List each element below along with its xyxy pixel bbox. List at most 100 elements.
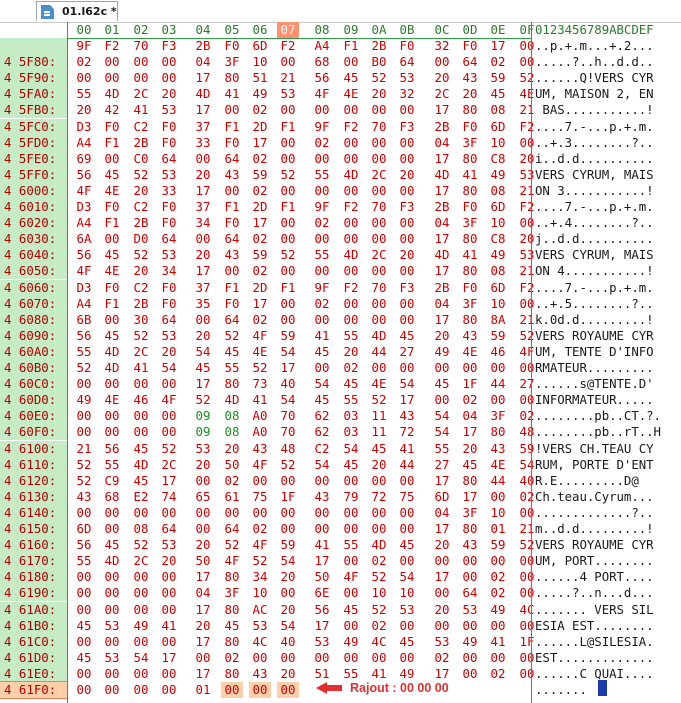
hex-byte[interactable]: 17 xyxy=(192,263,214,279)
hex-byte[interactable]: 00 xyxy=(277,682,299,698)
hex-byte[interactable]: 00 xyxy=(249,682,271,698)
hex-byte[interactable]: 80 xyxy=(459,231,481,247)
hex-byte[interactable]: 00 xyxy=(396,553,418,569)
hex-byte[interactable]: 17 xyxy=(431,231,453,247)
hex-byte[interactable]: 17 xyxy=(431,151,453,167)
hex-byte[interactable]: 9F xyxy=(73,38,95,54)
hex-byte[interactable]: 64 xyxy=(221,231,243,247)
hex-byte[interactable]: F1 xyxy=(101,296,123,312)
hex-byte[interactable]: 50 xyxy=(311,569,333,585)
hex-byte[interactable]: 2C xyxy=(130,86,152,102)
hex-byte[interactable]: 79 xyxy=(340,489,362,505)
hex-byte[interactable]: 30 xyxy=(130,312,152,328)
hex-byte[interactable]: 49 xyxy=(130,618,152,634)
hex-byte[interactable]: 00 xyxy=(73,634,95,650)
hex-byte[interactable]: 00 xyxy=(396,505,418,521)
hex-byte[interactable]: 53 xyxy=(192,441,214,457)
hex-byte[interactable]: 00 xyxy=(396,183,418,199)
hex-byte[interactable]: F3 xyxy=(396,119,418,135)
hex-row[interactable]: 4 60A0: 55 4D 2C 20 54 45 4E 54 45 20 44 27 49 4E 46 4F U… xyxy=(0,344,681,360)
hex-byte[interactable]: 54 xyxy=(277,618,299,634)
hex-byte[interactable]: 64 xyxy=(158,231,180,247)
hex-byte[interactable]: 04 xyxy=(431,135,453,151)
hex-byte[interactable]: 00 xyxy=(73,585,95,601)
hex-byte[interactable]: 00 xyxy=(431,360,453,376)
hex-byte[interactable]: 59 xyxy=(249,167,271,183)
hex-byte[interactable]: C2 xyxy=(130,280,152,296)
hex-byte[interactable]: 45 xyxy=(101,167,123,183)
hex-byte[interactable]: 00 xyxy=(101,151,123,167)
hex-byte[interactable]: 64 xyxy=(459,585,481,601)
hex-byte[interactable]: 27 xyxy=(396,344,418,360)
hex-byte[interactable]: F0 xyxy=(221,296,243,312)
hex-byte[interactable]: 00 xyxy=(73,569,95,585)
hex-byte[interactable]: 02 xyxy=(311,215,333,231)
hex-byte[interactable]: 00 xyxy=(311,312,333,328)
hex-byte[interactable]: 20 xyxy=(340,344,362,360)
hex-byte[interactable]: 21 xyxy=(277,70,299,86)
hex-row[interactable]: 4 6180: 00 00 00 00 17 80 34 20 50 4F 52 54 17 00 02 00.… xyxy=(0,569,681,585)
hex-byte[interactable]: 52 xyxy=(277,247,299,263)
hex-byte[interactable]: A4 xyxy=(73,135,95,151)
hex-row[interactable]: 4 60E0: 00 00 00 00 09 08 A0 70 62 03 11 43 54 04 3F 02.… xyxy=(0,408,681,424)
hex-byte[interactable]: 2C xyxy=(368,247,390,263)
hex-row[interactable]: 4 6190: 00 00 00 00 04 3F 10 00 6E 00 10 10 00 64 02 00.… xyxy=(0,585,681,601)
hex-byte[interactable]: 00 xyxy=(340,650,362,666)
hex-byte[interactable]: 03 xyxy=(340,424,362,440)
hex-byte[interactable]: 53 xyxy=(396,70,418,86)
hex-byte[interactable]: 49 xyxy=(73,392,95,408)
hex-byte[interactable]: 54 xyxy=(311,376,333,392)
hex-byte[interactable]: F0 xyxy=(158,199,180,215)
ascii-text[interactable]: ....... VERS SIL xyxy=(535,602,681,618)
hex-byte[interactable]: 20 xyxy=(396,167,418,183)
hex-byte[interactable]: 59 xyxy=(487,328,509,344)
hex-byte[interactable]: 17 xyxy=(487,38,509,54)
ascii-text[interactable]: k.0d.d.........! xyxy=(535,312,681,328)
hex-byte[interactable]: 00 xyxy=(340,54,362,70)
hex-row[interactable]: 4 6090: 56 45 52 53 20 52 4F 59 41 55 4D 45 20 43 59 52 V… xyxy=(0,328,681,344)
hex-byte[interactable]: 80 xyxy=(487,424,509,440)
hex-byte[interactable]: F0 xyxy=(158,280,180,296)
ascii-text[interactable]: .............?.. xyxy=(535,505,681,521)
hex-row[interactable]: 4 61D0: 45 53 54 17 00 02 00 00 00 00 00 00 02 00 00 00 E… xyxy=(0,650,681,666)
hex-byte[interactable]: AC xyxy=(249,602,271,618)
hex-byte[interactable]: 00 xyxy=(158,376,180,392)
hex-byte[interactable]: 56 xyxy=(311,602,333,618)
hex-byte[interactable]: 00 xyxy=(101,585,123,601)
hex-byte[interactable]: 49 xyxy=(340,634,362,650)
hex-byte[interactable]: 49 xyxy=(487,167,509,183)
hex-byte[interactable]: 55 xyxy=(311,167,333,183)
ascii-text[interactable]: ......Q!VERS CYR xyxy=(535,70,681,86)
hex-byte[interactable]: 43 xyxy=(221,247,243,263)
hex-byte[interactable]: 00 xyxy=(158,602,180,618)
hex-byte[interactable]: 45 xyxy=(311,344,333,360)
ascii-text[interactable]: BAS...........! xyxy=(535,102,681,118)
hex-byte[interactable]: 00 xyxy=(487,618,509,634)
hex-row[interactable]: 4 60F0: 00 00 00 00 09 08 A0 70 62 03 11 72 54 17 80 48.… xyxy=(0,424,681,440)
hex-byte[interactable]: 08 xyxy=(487,102,509,118)
hex-byte[interactable]: 54 xyxy=(396,569,418,585)
hex-byte[interactable]: 02 xyxy=(249,312,271,328)
hex-row[interactable]: 4 6000: 4F 4E 20 33 17 00 02 00 00 00 00 00 17 80 08 21 O… xyxy=(0,183,681,199)
hex-byte[interactable]: 53 xyxy=(249,618,271,634)
hex-byte[interactable]: 45 xyxy=(130,473,152,489)
hex-byte[interactable]: 45 xyxy=(221,344,243,360)
hex-byte[interactable]: 00 xyxy=(277,505,299,521)
hex-byte[interactable]: 56 xyxy=(101,441,123,457)
hex-byte[interactable]: D0 xyxy=(130,231,152,247)
hex-byte[interactable]: 17 xyxy=(249,215,271,231)
hex-byte[interactable]: 56 xyxy=(311,70,333,86)
hex-byte[interactable]: 17 xyxy=(431,183,453,199)
hex-byte[interactable]: 45 xyxy=(396,328,418,344)
hex-byte[interactable]: 52 xyxy=(277,457,299,473)
hex-byte[interactable]: 00 xyxy=(340,618,362,634)
hex-byte[interactable]: 17 xyxy=(431,312,453,328)
hex-byte[interactable]: 04 xyxy=(431,505,453,521)
hex-byte[interactable]: 02 xyxy=(311,135,333,151)
hex-byte[interactable]: 02 xyxy=(340,360,362,376)
hex-byte[interactable]: 45 xyxy=(130,441,152,457)
hex-byte[interactable]: 00 xyxy=(101,602,123,618)
hex-byte[interactable]: 09 xyxy=(192,424,214,440)
hex-byte[interactable]: 44 xyxy=(487,473,509,489)
hex-byte[interactable]: 53 xyxy=(158,328,180,344)
